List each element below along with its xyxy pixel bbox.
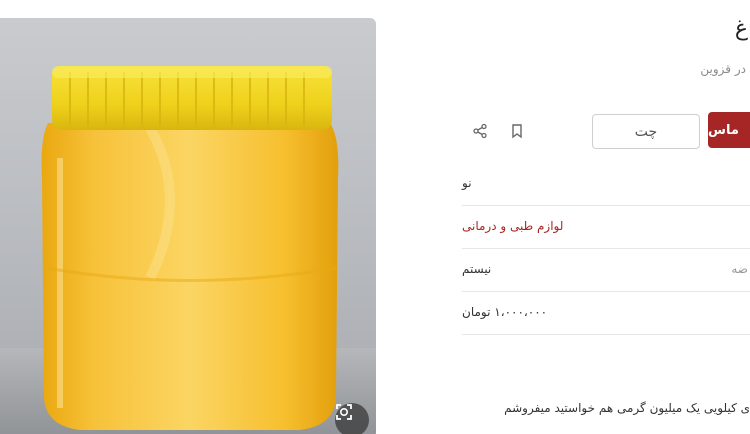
listing-location: در قزوین: [700, 62, 746, 76]
detail-row-exchange: ضه نیستم: [462, 249, 750, 292]
category-link[interactable]: لوازم طبی و درمانی: [462, 219, 563, 233]
ghee-jar-image: [0, 66, 376, 434]
zoom-icon: [336, 404, 352, 420]
zoom-button[interactable]: [335, 403, 369, 434]
price-value: ۱،۰۰۰،۰۰۰ تومان: [462, 305, 548, 319]
detail-value: نو: [462, 176, 472, 190]
detail-row-price: ۱،۰۰۰،۰۰۰ تومان: [462, 292, 750, 335]
listing-title: غ: [734, 16, 748, 41]
share-button[interactable]: [470, 121, 490, 141]
bookmark-button[interactable]: [507, 121, 527, 141]
detail-label: ضه: [731, 262, 748, 276]
detail-row-condition: نو: [462, 163, 750, 206]
detail-value: نیستم: [462, 262, 492, 276]
detail-row-category: لوازم طبی و درمانی: [462, 206, 750, 249]
share-icon: [473, 123, 487, 139]
chat-button[interactable]: چت: [592, 114, 700, 149]
listing-photo[interactable]: [0, 18, 376, 434]
contact-info-button[interactable]: ماس: [708, 112, 750, 148]
description-text: ی کیلویی یک میلیون گرمی هم خواستید میفرو…: [504, 401, 750, 415]
bookmark-icon: [512, 124, 522, 139]
